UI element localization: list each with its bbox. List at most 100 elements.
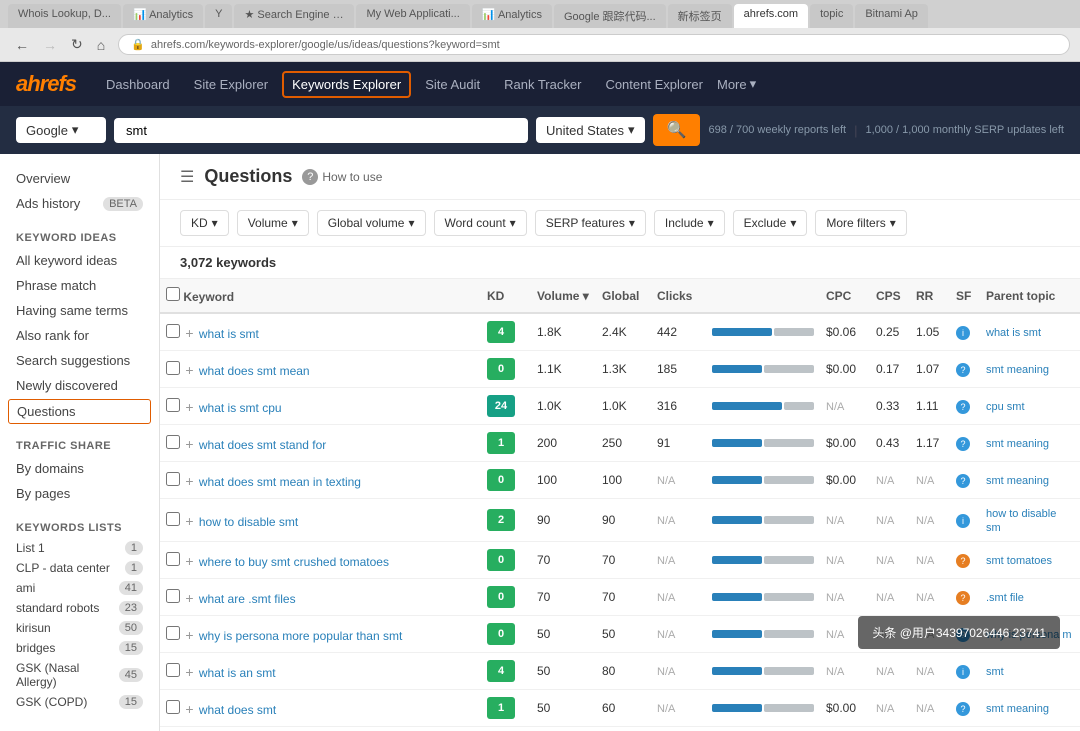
sf-info-icon[interactable]: i (956, 665, 970, 679)
filter-serp-features[interactable]: SERP features ▾ (535, 210, 646, 236)
nav-content-explorer[interactable]: Content Explorer (595, 71, 713, 98)
sf-question-icon[interactable]: ? (956, 363, 970, 377)
sidebar-item-by-pages[interactable]: By pages (0, 481, 159, 506)
sidebar-list-item-list1[interactable]: List 1 1 (0, 538, 159, 558)
keyword-link-4[interactable]: what does smt mean in texting (199, 475, 361, 489)
tab-yahoo[interactable]: Y (205, 4, 232, 28)
sidebar-list-item-kirisun[interactable]: kirisun 50 (0, 618, 159, 638)
filter-volume[interactable]: Volume ▾ (237, 210, 309, 236)
keyword-link-8[interactable]: why is persona more popular than smt (199, 629, 402, 643)
how-to-use-button[interactable]: ? How to use (302, 169, 382, 185)
row-checkbox-9[interactable] (166, 663, 180, 677)
sf-info-icon[interactable]: i (956, 514, 970, 528)
add-button-9[interactable]: + (183, 664, 195, 680)
browser-nav[interactable]: ← → ↻ ⌂ (10, 34, 110, 55)
keyword-link-2[interactable]: what is smt cpu (199, 401, 282, 415)
row-checkbox-10[interactable] (166, 700, 180, 714)
keyword-link-1[interactable]: what does smt mean (199, 364, 310, 378)
search-input[interactable] (126, 123, 516, 138)
row-checkbox-4[interactable] (166, 472, 180, 486)
sidebar-item-overview[interactable]: Overview (0, 166, 159, 191)
parent-topic-link-9[interactable]: smt (986, 666, 1004, 678)
row-checkbox-0[interactable] (166, 324, 180, 338)
nav-rank-tracker[interactable]: Rank Tracker (494, 71, 591, 98)
add-button-2[interactable]: + (183, 399, 195, 415)
nav-site-explorer[interactable]: Site Explorer (184, 71, 278, 98)
select-all-checkbox[interactable] (166, 287, 180, 301)
tab-whois[interactable]: Whois Lookup, D... (8, 4, 121, 28)
sidebar-list-item-bridges[interactable]: bridges 15 (0, 638, 159, 658)
nav-keywords-explorer[interactable]: Keywords Explorer (282, 71, 411, 98)
country-select[interactable]: United States ▾ (536, 117, 645, 143)
sidebar-item-also-rank-for[interactable]: Also rank for (0, 323, 159, 348)
add-button-7[interactable]: + (183, 590, 195, 606)
keyword-link-3[interactable]: what does smt stand for (199, 438, 326, 452)
nav-more[interactable]: More ▾ (717, 71, 756, 98)
filter-global-volume[interactable]: Global volume ▾ (317, 210, 426, 236)
sf-question-icon[interactable]: ? (956, 437, 970, 451)
parent-topic-link-10[interactable]: smt meaning (986, 703, 1049, 715)
sidebar-item-questions[interactable]: Questions (8, 399, 151, 424)
th-cpc[interactable]: CPC (820, 279, 870, 313)
tab-topic[interactable]: topic (810, 4, 853, 28)
sidebar-list-item-standard-robots[interactable]: standard robots 23 (0, 598, 159, 618)
row-checkbox-2[interactable] (166, 398, 180, 412)
th-rr[interactable]: RR (910, 279, 950, 313)
sidebar-item-all-keywords[interactable]: All keyword ideas (0, 248, 159, 273)
th-cps[interactable]: CPS (870, 279, 910, 313)
engine-select[interactable]: Google ▾ (16, 117, 106, 143)
add-button-1[interactable]: + (183, 362, 195, 378)
nav-dashboard[interactable]: Dashboard (96, 71, 180, 98)
row-checkbox-8[interactable] (166, 626, 180, 640)
add-button-4[interactable]: + (183, 473, 195, 489)
tab-newtab[interactable]: 新标签页 (668, 4, 732, 28)
keyword-link-9[interactable]: what is an smt (199, 666, 276, 680)
home-btn[interactable]: ⌂ (92, 34, 110, 55)
row-checkbox-3[interactable] (166, 435, 180, 449)
keyword-link-6[interactable]: where to buy smt crushed tomatoes (199, 555, 389, 569)
tab-google-track[interactable]: Google 跟踪代码... (554, 4, 666, 28)
sidebar-item-having-same-terms[interactable]: Having same terms (0, 298, 159, 323)
sidebar-item-by-domains[interactable]: By domains (0, 456, 159, 481)
sf-question-icon[interactable]: ? (956, 474, 970, 488)
row-checkbox-5[interactable] (166, 512, 180, 526)
th-parent-topic[interactable]: Parent topic (980, 279, 1080, 313)
tab-ahrefs[interactable]: ahrefs.com (734, 4, 808, 28)
th-kd[interactable]: KD (481, 279, 531, 313)
tab-bitnami[interactable]: Bitnami Ap (855, 4, 928, 28)
sidebar-item-ads-history[interactable]: Ads history BETA (0, 191, 159, 216)
sidebar-list-item-gsk-nasal[interactable]: GSK (Nasal Allergy) 45 (0, 658, 159, 692)
parent-topic-link-3[interactable]: smt meaning (986, 438, 1049, 450)
reload-btn[interactable]: ↻ (66, 34, 88, 55)
forward-btn[interactable]: → (38, 34, 62, 55)
sidebar-item-newly-discovered[interactable]: Newly discovered (0, 373, 159, 398)
keyword-link-7[interactable]: what are .smt files (199, 592, 296, 606)
sidebar-list-item-gsk-copd[interactable]: GSK (COPD) 15 (0, 692, 159, 712)
add-button-6[interactable]: + (183, 553, 195, 569)
filter-include[interactable]: Include ▾ (654, 210, 725, 236)
keyword-link-5[interactable]: how to disable smt (199, 515, 298, 529)
tab-analytics2[interactable]: 📊 Analytics (472, 4, 552, 28)
add-button-0[interactable]: + (183, 325, 195, 341)
nav-site-audit[interactable]: Site Audit (415, 71, 490, 98)
add-button-8[interactable]: + (183, 627, 195, 643)
filter-exclude[interactable]: Exclude ▾ (733, 210, 808, 236)
tab-search-engine[interactable]: ★ Search Engine Re... (234, 4, 354, 28)
th-volume[interactable]: Volume ▾ (531, 279, 596, 313)
filter-more[interactable]: More filters ▾ (815, 210, 906, 236)
address-bar[interactable]: 🔒 ahrefs.com/keywords-explorer/google/us… (118, 34, 1070, 55)
row-checkbox-7[interactable] (166, 589, 180, 603)
sf-question-icon[interactable]: ? (956, 554, 970, 568)
row-checkbox-6[interactable] (166, 552, 180, 566)
filter-kd[interactable]: KD ▾ (180, 210, 229, 236)
th-sf[interactable]: SF (950, 279, 980, 313)
add-button-5[interactable]: + (183, 513, 195, 529)
add-button-3[interactable]: + (183, 436, 195, 452)
back-btn[interactable]: ← (10, 34, 34, 55)
parent-topic-link-5[interactable]: how to disable sm (986, 508, 1056, 534)
sf-question-icon[interactable]: ? (956, 400, 970, 414)
hamburger-icon[interactable]: ☰ (180, 167, 194, 187)
sidebar-list-item-clp[interactable]: CLP - data center 1 (0, 558, 159, 578)
parent-topic-link-1[interactable]: smt meaning (986, 364, 1049, 376)
th-global[interactable]: Global (596, 279, 651, 313)
